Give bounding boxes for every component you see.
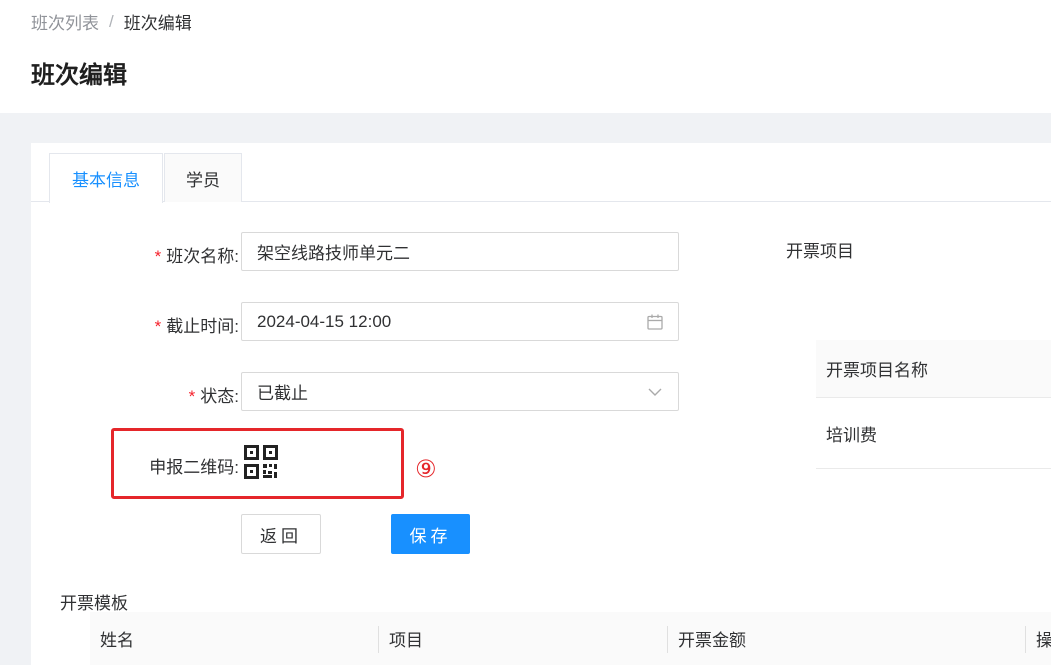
calendar-icon [647, 314, 663, 330]
page-header: 班次列表 / 班次编辑 班次编辑 [0, 0, 1051, 113]
invoice-template-table-header: 姓名 项目 开票金额 操 [90, 612, 1051, 665]
tab-basic-info[interactable]: 基本信息 [49, 153, 163, 203]
deadline-label: * 截止时间: [155, 312, 239, 337]
content-card: 基本信息 学员 * 班次名称: 架空线路技师单元二 * 截止时间: 2024-04-… [31, 143, 1051, 665]
column-header-item: 项目 [389, 631, 423, 650]
deadline-label-text: 截止时间: [166, 317, 239, 336]
save-button[interactable]: 保存 [391, 514, 470, 554]
status-value: 已截止 [257, 384, 308, 403]
class-name-input[interactable]: 架空线路技师单元二 [241, 232, 679, 271]
column-divider [1025, 626, 1026, 653]
column-header-actions: 操 [1036, 631, 1051, 650]
chevron-down-icon [648, 388, 662, 396]
required-mark: * [154, 317, 162, 336]
class-name-label-text: 班次名称: [166, 247, 239, 266]
required-mark: * [154, 247, 162, 266]
page-title: 班次编辑 [31, 62, 127, 89]
column-divider [378, 626, 379, 653]
qrcode-icon[interactable] [243, 444, 279, 480]
class-name-value: 架空线路技师单元二 [257, 244, 410, 263]
column-divider [667, 626, 668, 653]
status-label-text: 状态: [200, 387, 239, 406]
breadcrumb: 班次列表 / 班次编辑 [31, 9, 192, 34]
invoice-items-table: 开票项目名称 培训费 [816, 340, 1051, 469]
column-header-amount: 开票金额 [678, 631, 746, 650]
breadcrumb-current: 班次编辑 [123, 14, 192, 33]
annotation-marker: ⑨ [415, 456, 437, 483]
breadcrumb-parent-link[interactable]: 班次列表 [31, 9, 99, 34]
deadline-value: 2024-04-15 12:00 [257, 311, 392, 331]
status-select[interactable]: 已截止 [241, 372, 679, 411]
required-mark: * [188, 387, 196, 406]
qrcode-label: 申报二维码: [149, 458, 239, 477]
tab-bar: 基本信息 学员 [31, 143, 1051, 203]
invoice-items-header: 开票项目名称 [816, 340, 1051, 398]
class-name-label: * 班次名称: [155, 242, 239, 267]
invoice-template-title: 开票模板 [60, 594, 128, 613]
column-header-name: 姓名 [100, 631, 134, 650]
back-button[interactable]: 返回 [241, 514, 321, 554]
status-label: * 状态: [189, 382, 239, 407]
deadline-date-picker[interactable]: 2024-04-15 12:00 [241, 302, 679, 341]
invoice-items-title: 开票项目 [786, 242, 854, 261]
table-row: 培训费 [816, 398, 1051, 469]
breadcrumb-separator: / [109, 11, 114, 31]
tab-students[interactable]: 学员 [164, 153, 242, 202]
